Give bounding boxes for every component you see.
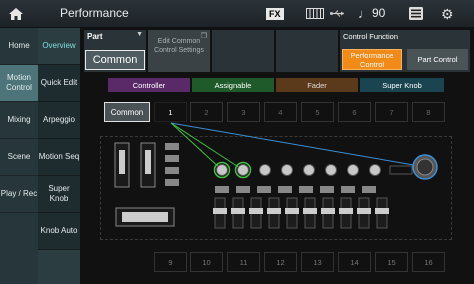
home-icon [9, 8, 23, 20]
nav-item-motion-seq[interactable]: Motion Seq [38, 139, 80, 176]
edit-common-button[interactable]: Edit Common Control Settings ❐ [148, 30, 210, 72]
nav-item-knob-auto[interactable]: Knob Auto [38, 213, 80, 250]
selector-7[interactable]: 7 [375, 102, 408, 122]
selector-6[interactable]: 6 [338, 102, 371, 122]
control-function-label: Control Function [343, 32, 399, 41]
nav-item-scene[interactable]: Scene [0, 139, 38, 176]
panel-diagram [100, 136, 452, 240]
selector-13[interactable]: 13 [301, 252, 334, 272]
control-function-panel: Control Function Performance Control Par… [340, 30, 470, 72]
nav-item-overview[interactable]: Overview [38, 28, 80, 65]
chevron-down-icon: ▼ [136, 31, 143, 38]
selector-12[interactable]: 12 [264, 252, 297, 272]
part-control-button[interactable]: Part Control [407, 49, 468, 70]
nav-item-mixing[interactable]: Mixing [0, 102, 38, 139]
selector-9[interactable]: 9 [154, 252, 187, 272]
header-blank-2 [276, 30, 338, 72]
part-label: Part [87, 32, 103, 41]
home-button[interactable] [0, 0, 32, 28]
selector-10[interactable]: 10 [190, 252, 223, 272]
tab-assignable[interactable]: Assignable [192, 78, 274, 92]
selector-14[interactable]: 14 [338, 252, 371, 272]
selector-2[interactable]: 2 [190, 102, 223, 122]
tab-super-knob[interactable]: Super Knob [360, 78, 444, 92]
part-selector[interactable]: Part ▼ Common [84, 30, 146, 72]
performance-control-button[interactable]: Performance Control [342, 49, 402, 70]
selector-4[interactable]: 4 [264, 102, 297, 122]
header-blank-1 [212, 30, 274, 72]
tempo-value: 90 [372, 6, 386, 20]
gear-icon[interactable]: ⚙ [441, 6, 454, 23]
top-bar: Performance FX ♩ 90 ⚙ [0, 0, 474, 28]
note-icon: ♩ [358, 6, 371, 21]
selector-5[interactable]: 5 [301, 102, 334, 122]
usb-icon [330, 10, 344, 17]
nav-item-motion-control[interactable]: Motion Control [0, 65, 38, 102]
selector-11[interactable]: 11 [227, 252, 260, 272]
selector-3[interactable]: 3 [227, 102, 260, 122]
selector-16[interactable]: 16 [412, 252, 445, 272]
list-icon[interactable] [409, 7, 423, 20]
nav-item-super-knob[interactable]: Super Knob [38, 176, 80, 213]
selector-1[interactable]: 1 [154, 102, 187, 122]
part-value[interactable]: Common [85, 50, 145, 70]
fx-badge: FX [266, 8, 284, 20]
nav-secondary: Overview Quick Edit Arpeggio Motion Seq … [38, 28, 80, 284]
nav-item-play-rec[interactable]: Play / Rec [0, 176, 38, 213]
keyboard-icon [306, 8, 324, 19]
selector-8[interactable]: 8 [412, 102, 445, 122]
popup-icon: ❐ [200, 33, 207, 40]
selector-15[interactable]: 15 [375, 252, 408, 272]
nav-item-home[interactable]: Home [0, 28, 38, 65]
tab-fader[interactable]: Fader [276, 78, 358, 92]
nav-item-quick-edit[interactable]: Quick Edit [38, 65, 80, 102]
edit-common-label: Edit Common Control Settings [154, 38, 204, 54]
nav-primary: Home Motion Control Mixing Scene Play / … [0, 28, 38, 284]
screen-title: Performance [60, 6, 129, 20]
selector-common-button[interactable]: Common [104, 102, 150, 122]
tab-controller[interactable]: Controller [108, 78, 190, 92]
nav-item-arpeggio[interactable]: Arpeggio [38, 102, 80, 139]
